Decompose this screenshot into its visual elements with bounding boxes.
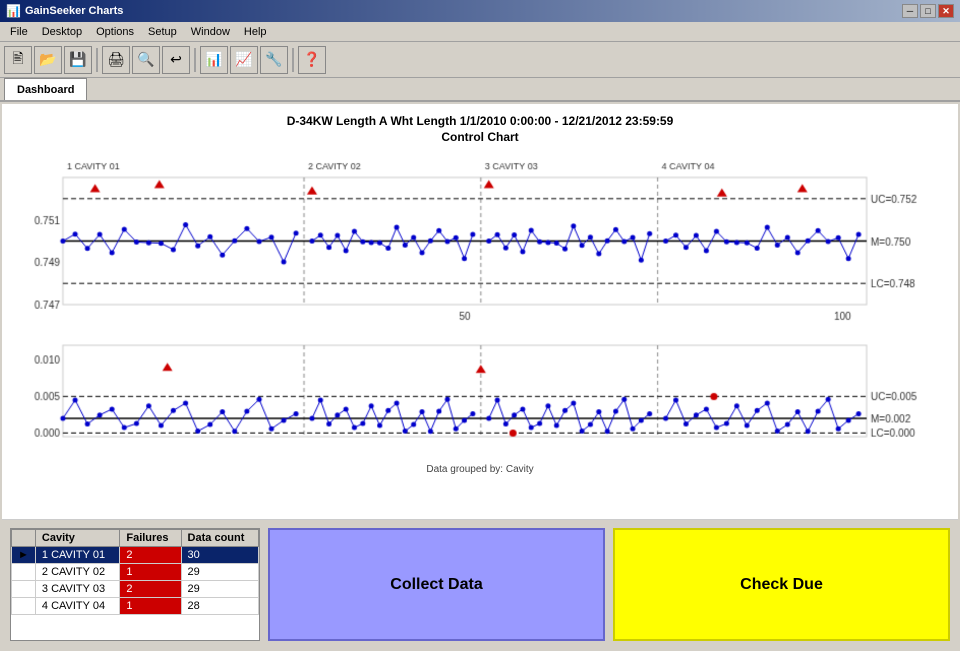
row-failures: 2 [120, 547, 181, 564]
app-title: GainSeeker Charts [25, 5, 123, 17]
row-datacount: 29 [181, 564, 258, 581]
window-controls: ─ □ ✕ [902, 4, 954, 18]
toolbar-separator-2 [194, 48, 196, 72]
menu-setup[interactable]: Setup [142, 24, 183, 40]
chart-title: D-34KW Length A Wht Length 1/1/2010 0:00… [287, 114, 674, 128]
data-table-container: Cavity Failures Data count ►1 CAVITY 012… [10, 528, 260, 641]
toolbar-btn-1[interactable]: 🖹 [4, 46, 32, 74]
tab-bar: Dashboard [0, 78, 960, 102]
toolbar: 🖹 📂 💾 🖨 🔍 ↩ 📊 📈 🔧 ❓ [0, 42, 960, 78]
row-indicator: ► [12, 547, 36, 564]
toolbar-btn-5[interactable]: ↩ [162, 46, 190, 74]
row-datacount: 29 [181, 581, 258, 598]
menu-desktop[interactable]: Desktop [36, 24, 88, 40]
toolbar-btn-help[interactable]: ❓ [298, 46, 326, 74]
menu-bar: File Desktop Options Setup Window Help [0, 22, 960, 42]
menu-help[interactable]: Help [238, 24, 273, 40]
collect-data-button[interactable]: Collect Data [268, 528, 605, 641]
maximize-button[interactable]: □ [920, 4, 936, 18]
row-cavity: 3 CAVITY 03 [35, 581, 119, 598]
menu-options[interactable]: Options [90, 24, 140, 40]
row-failures: 2 [120, 581, 181, 598]
app-icon: 📊 [6, 4, 21, 18]
table-row[interactable]: 2 CAVITY 02129 [12, 564, 259, 581]
col-datacount: Data count [181, 530, 258, 547]
toolbar-separator-1 [96, 48, 98, 72]
lower-chart [12, 330, 948, 462]
menu-window[interactable]: Window [185, 24, 236, 40]
data-grouped-label: Data grouped by: Cavity [426, 464, 533, 475]
toolbar-btn-6[interactable]: 📊 [200, 46, 228, 74]
title-bar: 📊 GainSeeker Charts ─ □ ✕ [0, 0, 960, 22]
row-cavity: 4 CAVITY 04 [35, 598, 119, 615]
chart-area: D-34KW Length A Wht Length 1/1/2010 0:00… [2, 104, 958, 519]
row-failures: 1 [120, 598, 181, 615]
chart-subtitle: Control Chart [441, 130, 518, 144]
table-row[interactable]: ►1 CAVITY 01230 [12, 547, 259, 564]
row-datacount: 28 [181, 598, 258, 615]
table-row[interactable]: 3 CAVITY 03229 [12, 581, 259, 598]
minimize-button[interactable]: ─ [902, 4, 918, 18]
check-due-button[interactable]: Check Due [613, 528, 950, 641]
tab-dashboard[interactable]: Dashboard [4, 78, 87, 100]
upper-chart [12, 152, 948, 330]
toolbar-separator-3 [292, 48, 294, 72]
toolbar-btn-7[interactable]: 📈 [230, 46, 258, 74]
toolbar-btn-2[interactable]: 📂 [34, 46, 62, 74]
col-cavity: Cavity [35, 530, 119, 547]
menu-file[interactable]: File [4, 24, 34, 40]
col-failures: Failures [120, 530, 181, 547]
row-indicator [12, 564, 36, 581]
main-content: D-34KW Length A Wht Length 1/1/2010 0:00… [2, 104, 958, 649]
toolbar-btn-print[interactable]: 🖨 [102, 46, 130, 74]
close-button[interactable]: ✕ [938, 4, 954, 18]
toolbar-btn-4[interactable]: 🔍 [132, 46, 160, 74]
row-cavity: 2 CAVITY 02 [35, 564, 119, 581]
toolbar-btn-3[interactable]: 💾 [64, 46, 92, 74]
data-table: Cavity Failures Data count ►1 CAVITY 012… [11, 529, 259, 615]
row-datacount: 30 [181, 547, 258, 564]
row-cavity: 1 CAVITY 01 [35, 547, 119, 564]
toolbar-btn-8[interactable]: 🔧 [260, 46, 288, 74]
charts-container [12, 152, 948, 462]
row-indicator [12, 581, 36, 598]
bottom-panel: Cavity Failures Data count ►1 CAVITY 012… [2, 519, 958, 649]
row-failures: 1 [120, 564, 181, 581]
row-indicator [12, 598, 36, 615]
table-row[interactable]: 4 CAVITY 04128 [12, 598, 259, 615]
col-indicator [12, 530, 36, 547]
